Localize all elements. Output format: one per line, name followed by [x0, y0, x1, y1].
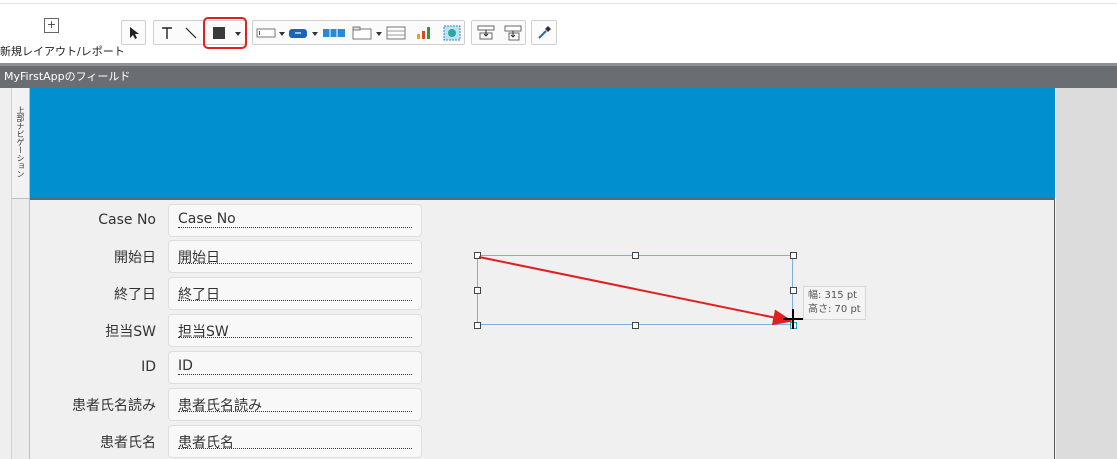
crosshair-cursor-icon [783, 309, 803, 329]
drag-arrow-icon [478, 256, 793, 326]
size-width-text: 幅: 315 pt [808, 290, 858, 301]
size-tooltip: 幅: 315 pt 高さ: 70 pt [803, 286, 866, 320]
annotation-overlay [478, 256, 803, 329]
size-height-text: 高さ: 70 pt [808, 304, 861, 315]
